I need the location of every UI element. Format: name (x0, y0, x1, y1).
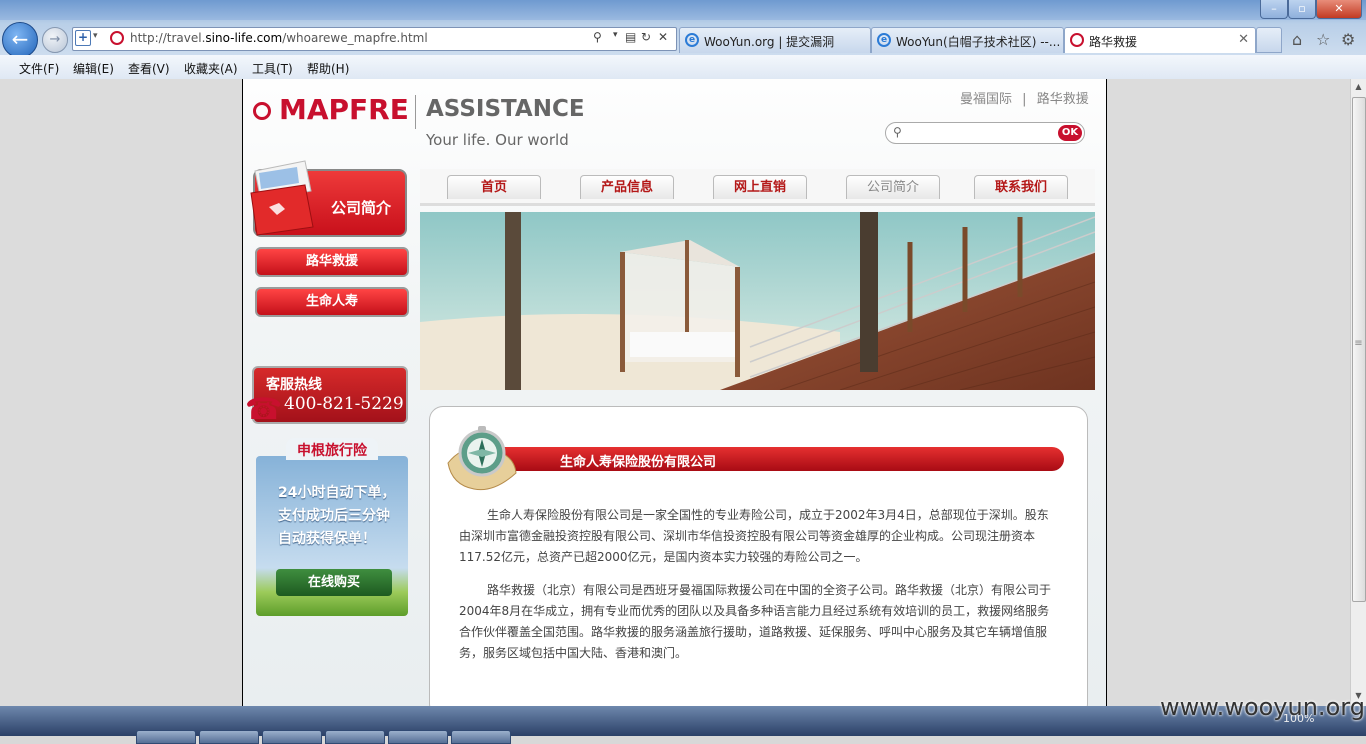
content-title: 生命人寿保险股份有限公司 (560, 455, 717, 470)
chevron-down-icon[interactable]: ▾ (613, 30, 618, 40)
home-icon[interactable]: ⌂ (1292, 30, 1302, 49)
content-panel: 生命人寿保险股份有限公司 生命人寿保险股份有限公司是一家全国性的专业寿险公司，成… (429, 406, 1088, 718)
compat-view-icon[interactable]: ▤ (625, 30, 636, 44)
favorites-star-icon[interactable]: ☆ (1316, 30, 1330, 49)
menu-favorites[interactable]: 收藏夹(A) (184, 60, 238, 77)
tab-label: WooYun.org | 提交漏洞 (704, 35, 835, 49)
taskbar-item[interactable] (136, 730, 196, 744)
promo-text: 24小时自动下单，支付成功后三分钟自动获得保单！ (278, 485, 396, 547)
stop-icon[interactable]: ✕ (658, 30, 668, 44)
watermark: www.wooyun.org (1160, 693, 1365, 721)
minimize-button[interactable]: – (1260, 0, 1288, 19)
top-links: 曼福国际 | 路华救援 (960, 88, 1089, 107)
search-icon[interactable]: ⚲ (593, 30, 602, 44)
nav-direct-sales[interactable]: 网上直销 (713, 175, 807, 199)
scroll-up-icon[interactable]: ▲ (1351, 79, 1366, 95)
logo-tagline: Your life. Our world (426, 131, 569, 149)
forward-button[interactable]: → (42, 27, 68, 53)
toplink-mapfre-intl[interactable]: 曼福国际 (960, 92, 1012, 107)
gear-icon[interactable]: ⚙ (1341, 30, 1355, 49)
compat-shield-icon[interactable]: + (75, 30, 91, 46)
tab-label: 路华救援 (1089, 35, 1138, 49)
side-card-company-intro[interactable]: 公司简介 (247, 157, 409, 239)
toplink-separator: | (1022, 92, 1027, 107)
site-container: MAPFRE ASSISTANCE Your life. Our world 曼… (242, 79, 1107, 718)
address-bar[interactable]: + ▾ http://travel.sino-life.com/whoarewe… (72, 27, 677, 51)
menu-file[interactable]: 文件(F) (19, 60, 59, 77)
nav-contact[interactable]: 联系我们 (974, 175, 1068, 199)
promo-tab: 申根旅行险 (286, 438, 378, 460)
forward-arrow-icon: → (49, 32, 61, 47)
tab-label: WooYun(白帽子技术社区) --... (896, 35, 1060, 49)
promo-panel[interactable]: 申根旅行险 24小时自动下单，支付成功后三分钟自动获得保单！ 在线购买 (256, 438, 408, 616)
search-icon: ⚲ (893, 125, 902, 139)
search-ok-button[interactable]: OK (1058, 125, 1082, 141)
scroll-thumb[interactable] (1352, 97, 1366, 602)
close-tab-icon[interactable]: ✕ (1238, 32, 1249, 47)
menu-bar: 文件(F) 编辑(E) 查看(V) 收藏夹(A) 工具(T) 帮助(H) (0, 55, 1366, 80)
ie-icon: e (877, 33, 891, 47)
menu-help[interactable]: 帮助(H) (307, 60, 349, 77)
logo-divider (415, 95, 416, 129)
taskbar: 100% www.wooyun.org (0, 693, 1366, 744)
close-window-button[interactable]: ✕ (1316, 0, 1362, 19)
mapfre-logo-icon (253, 102, 271, 120)
logo-brand[interactable]: MAPFRE (279, 93, 409, 126)
taskbar-item[interactable] (262, 730, 322, 744)
nav-products[interactable]: 产品信息 (580, 175, 674, 199)
hero-beach-image (420, 212, 1095, 390)
site-favicon-icon (1070, 33, 1084, 47)
phone-icon: ☎ (245, 392, 283, 427)
maximize-button[interactable]: ▫ (1288, 0, 1316, 19)
side-nav-sino-life[interactable]: 生命人寿 (255, 287, 409, 317)
tab-wooyun-submit[interactable]: e WooYun.org | 提交漏洞 (679, 27, 871, 53)
new-tab-button[interactable] (1256, 27, 1282, 53)
main-nav: 首页 产品信息 网上直销 公司简介 联系我们 (420, 169, 1095, 206)
content-paragraph-1: 生命人寿保险股份有限公司是一家全国性的专业寿险公司，成立于2002年3月4日，总… (459, 508, 1049, 564)
browser-chrome: – ▫ ✕ ← → + ▾ http://travel.sino-life.co… (0, 0, 1366, 80)
back-button[interactable]: ← (2, 22, 38, 58)
taskbar-item[interactable] (325, 730, 385, 744)
menu-view[interactable]: 查看(V) (128, 60, 170, 77)
vertical-scrollbar[interactable]: ▲ ≡ ▼ (1350, 79, 1366, 706)
address-url[interactable]: http://travel.sino-life.com/whoarewe_map… (130, 31, 428, 45)
side-nav-luhua[interactable]: 路华救援 (255, 247, 409, 277)
title-bar (0, 0, 1366, 20)
refresh-icon[interactable]: ↻ (641, 30, 651, 44)
folder-icon (250, 160, 314, 236)
chevron-down-icon[interactable]: ▾ (93, 31, 98, 41)
buy-online-button[interactable]: 在线购买 (276, 569, 392, 596)
taskbar-item[interactable] (199, 730, 259, 744)
logo-assistance: ASSISTANCE (426, 96, 585, 122)
taskbar-item[interactable] (451, 730, 511, 744)
hotline-title: 客服热线 (266, 377, 322, 393)
site-favicon-icon (110, 31, 124, 45)
back-arrow-icon: ← (11, 27, 29, 51)
taskbar-item[interactable] (388, 730, 448, 744)
side-card-label: 公司简介 (331, 199, 392, 217)
menu-tools[interactable]: 工具(T) (252, 60, 293, 77)
hotline-number: 400-821-5229 (284, 394, 404, 414)
tab-wooyun-community[interactable]: e WooYun(白帽子技术社区) --... (871, 27, 1064, 53)
nav-home[interactable]: 首页 (447, 175, 541, 199)
content-title-bar: 生命人寿保险股份有限公司 (504, 447, 1064, 471)
nav-company-intro[interactable]: 公司简介 (846, 175, 940, 199)
toplink-luhua[interactable]: 路华救援 (1037, 92, 1089, 107)
ie-icon: e (685, 33, 699, 47)
grip-icon: ≡ (1354, 338, 1363, 349)
menu-edit[interactable]: 编辑(E) (73, 60, 114, 77)
tab-luhua[interactable]: 路华救援 ✕ (1064, 27, 1256, 53)
search-input[interactable]: ⚲ OK (885, 122, 1085, 144)
compass-icon (447, 426, 517, 491)
content-paragraph-2: 路华救援（北京）有限公司是西班牙曼福国际救援公司在中国的全资子公司。路华救援（北… (459, 583, 1052, 660)
